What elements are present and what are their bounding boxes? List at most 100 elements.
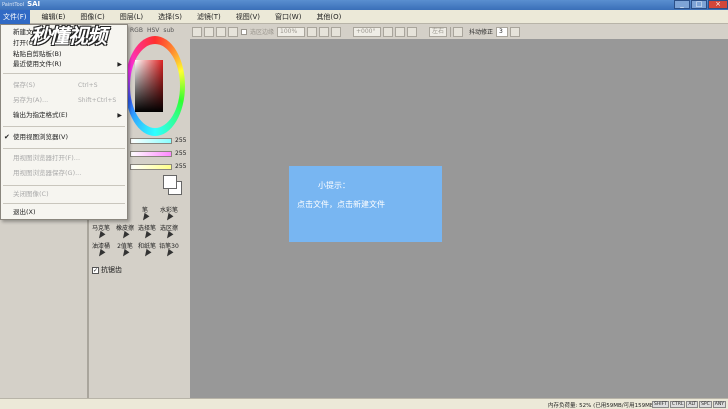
zoom-out-button[interactable] [307,26,318,37]
eraser-icon [120,230,130,241]
menu-item-exit[interactable]: 退出(X) [1,207,127,218]
antialias-label: 选区边缘 [250,29,275,36]
color-mode-rgb[interactable]: RGB [130,27,143,36]
tool-washi-pen[interactable]: 和纸笔 [136,241,158,259]
title-bar: PaintTool SAI _ □ × [0,0,728,10]
color-slider-2[interactable] [130,151,172,157]
menu-window[interactable]: 窗口(W) [272,10,304,24]
color-mode-hsv[interactable]: HSV [147,27,159,36]
menu-item-save-with-browser[interactable]: 用视图浏览器保存(G)... [1,168,127,179]
tool-binary-pen[interactable]: 2值笔 [114,241,136,259]
modifier-keys: SHIFT CTRL ALT SPC ANY [651,401,726,408]
rotate-right-button[interactable] [395,26,406,37]
app-logo: PaintTool SAI [2,0,41,8]
menu-filter[interactable]: 滤镜(T) [194,10,224,24]
tool-bucket[interactable]: 油漆桶 [90,241,112,259]
menu-item-open-with-browser[interactable]: 用视图浏览器打开(F)... [1,153,127,164]
antialias-option-label: 抗锯齿 [101,266,122,274]
menu-item-save-as[interactable]: 另存为(A)... Shift+Ctrl+S [1,95,127,106]
close-button[interactable]: × [708,0,728,9]
file-menu-dropdown: 新建文件(N)... Ctrl+N 打开(O)... Ctrl+O 粘贴自剪贴板(B… [0,24,128,220]
tip-box: 小提示： 点击文件，点击新建文件 [289,166,442,242]
key-ctrl-indicator: CTRL [669,401,686,408]
tool-marker[interactable]: 马克笔 [90,223,112,241]
menu-separator [3,73,125,74]
memory-usage: 内存负荷量: 52% (已用59MB/可用159MB) [548,403,656,409]
key-any-indicator: ANY [712,401,726,408]
marker-icon [96,230,106,241]
color-slider-3[interactable] [130,164,172,170]
menu-item-recent-files[interactable]: 最近使用文件(R) ▶ [1,59,127,70]
zoom-reset-button[interactable] [331,26,342,37]
color-mode-strip: RGB HSV sub [130,27,188,36]
color-slider-1-value: 255 [175,137,187,144]
stabilizer-dropdown-button[interactable] [510,26,521,37]
menu-file[interactable]: 文件(F) [0,10,30,24]
menu-separator [3,185,125,186]
toolbar-button[interactable] [192,26,202,37]
menu-layer[interactable]: 图层(L) [117,10,146,24]
menu-item-export[interactable]: 输出为指定格式(E) ▶ [1,110,127,121]
pen-icon [140,212,150,223]
menu-view[interactable]: 视图(V) [233,10,263,24]
toolbar-button[interactable] [204,26,214,37]
binary-pen-icon [120,248,130,259]
video-watermark: 秒懂视频 [30,24,107,48]
color-slider-1[interactable] [130,138,172,144]
key-shift-indicator: SHIFT [652,401,669,408]
toolbar-button[interactable] [216,26,226,37]
menu-other[interactable]: 其他(O) [313,10,344,24]
submenu-arrow-icon: ▶ [117,112,122,119]
tip-title: 小提示： [318,181,350,190]
minimize-button[interactable]: _ [674,0,690,9]
tool-select-eraser[interactable]: 选区擦 [158,223,180,241]
submenu-arrow-icon: ▶ [117,61,122,68]
pencil-icon [164,248,174,259]
rotate-reset-button[interactable] [407,26,418,37]
window-controls: _ □ × [673,0,728,10]
menu-item-close-image[interactable]: 关闭图像(C) [1,189,127,200]
tool-select-pen[interactable]: 选择笔 [136,223,158,241]
toolbar-button[interactable] [228,26,238,37]
rotate-left-button[interactable] [383,26,394,37]
antialias-checkbox[interactable] [241,28,247,35]
tip-text: 点击文件，点击新建文件 [297,200,385,209]
color-slider-3-value: 255 [175,163,187,170]
maximize-button[interactable]: □ [691,0,707,9]
menu-item-save[interactable]: 保存(S) Ctrl+S [1,80,127,91]
menu-bar: 文件(F) 编辑(E) 图像(C) 图层(L) 选择(S) 滤镜(T) 视图(V… [0,10,728,24]
color-mode-sub[interactable]: sub [163,27,174,36]
toolbar-separator [450,26,452,37]
tool-watercolor[interactable]: 水彩笔 [158,205,180,223]
tool-eraser[interactable]: 橡皮擦 [114,223,136,241]
menu-separator [3,126,125,127]
antialias-option[interactable]: ✓ 抗锯齿 [92,265,122,275]
toolbar-button[interactable] [453,26,464,37]
key-alt-indicator: ALT [686,401,699,408]
zoom-in-button[interactable] [319,26,330,37]
bucket-icon [96,248,106,259]
zoom-field[interactable]: 100% [277,26,306,37]
foreground-color-swatch[interactable] [163,175,177,189]
menu-separator [3,148,125,149]
color-slider-2-value: 255 [175,150,187,157]
status-bar: 内存负荷量: 52% (已用59MB/可用159MB) SHIFT CTRL A… [0,398,728,409]
stabilizer-select[interactable]: 3 [496,26,509,37]
menu-item-use-view-browser[interactable]: ✔ 使用视图浏览器(V) [1,132,127,143]
saturation-value-square[interactable] [135,60,163,112]
key-space-indicator: SPC [699,401,712,408]
antialias-checkbox-icon[interactable]: ✓ [92,266,99,274]
tool-pencil[interactable]: 铅笔30 [158,241,180,259]
canvas-area[interactable] [190,39,728,398]
stabilizer-label: 抖动修正 [469,29,494,36]
brush-icon [164,212,174,223]
select-pen-icon [142,230,152,241]
washi-pen-icon [142,248,152,259]
toolbar: 选区边缘 100% +000° 左右 抖动修正 3 [190,24,728,39]
select-eraser-icon [164,230,174,241]
menu-select[interactable]: 选择(S) [155,10,185,24]
tool-pen[interactable]: 笔 [134,205,156,223]
menu-separator [3,203,125,204]
flip-button[interactable]: 左右 [429,26,448,37]
angle-field[interactable]: +000° [353,26,382,37]
